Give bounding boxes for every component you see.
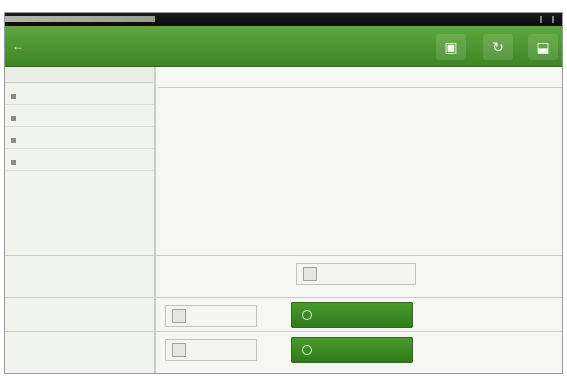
status-bar-overlay [5, 16, 155, 22]
divider-2 [5, 297, 562, 298]
option-top-thumbnail [303, 267, 317, 281]
app-bar: ← ▣ ↻ ⬓ [5, 26, 562, 67]
option-2-thumbnail [172, 343, 186, 357]
secondary-button[interactable] [291, 337, 413, 363]
sidebar-item-1[interactable] [5, 83, 154, 105]
sidebar-item-3-icon [11, 138, 16, 143]
primary-button-icon [302, 310, 312, 320]
dialog-option-2[interactable] [165, 339, 257, 361]
sidebar-item-2[interactable] [5, 105, 154, 127]
sidebar-header [5, 67, 154, 83]
action-3-icon: ⬓ [536, 39, 550, 55]
sidebar-item-3[interactable] [5, 127, 154, 149]
secondary-button-icon [302, 345, 312, 355]
device-frame: ← ▣ ↻ ⬓ [4, 12, 563, 374]
status-bar [5, 13, 562, 26]
sidebar-item-4[interactable] [5, 149, 154, 171]
action-1-icon: ▣ [444, 39, 458, 55]
dialog-option-1[interactable] [165, 305, 257, 327]
option-1-thumbnail [172, 309, 186, 323]
divider-1 [5, 255, 562, 256]
sidebar-item-4-icon [11, 160, 16, 165]
content-title-divider [158, 87, 562, 88]
back-icon[interactable]: ← [11, 39, 25, 53]
dialog-option-top[interactable] [296, 263, 416, 285]
action-2-icon: ↻ [492, 39, 504, 55]
action-button-1[interactable]: ▣ [436, 34, 466, 60]
sidebar [5, 67, 156, 373]
action-button-3[interactable]: ⬓ [528, 34, 558, 60]
primary-button[interactable] [291, 302, 413, 328]
divider-3 [5, 331, 562, 332]
sidebar-item-2-icon [11, 116, 16, 121]
action-button-2[interactable]: ↻ [483, 34, 513, 60]
sidebar-item-1-icon [11, 94, 16, 99]
signal-icon [540, 16, 554, 23]
